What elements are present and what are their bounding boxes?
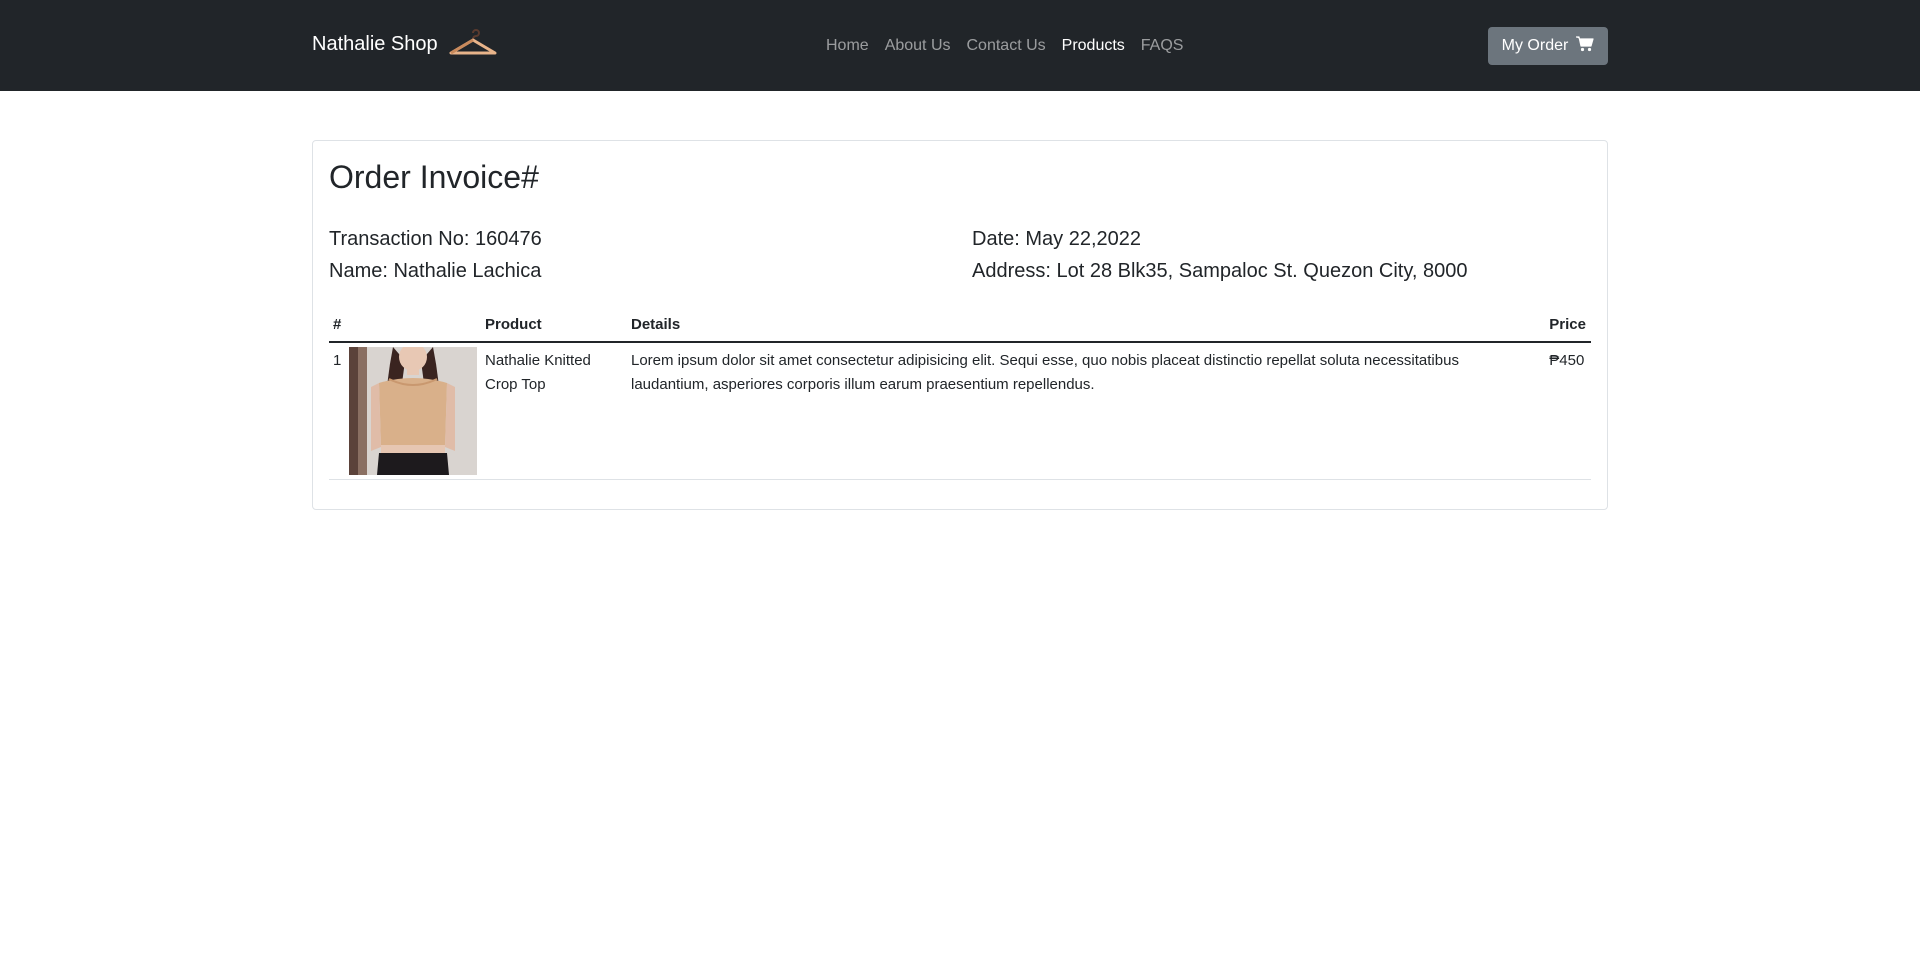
hanger-icon	[448, 29, 498, 59]
order-date: Date: May 22,2022	[972, 228, 1141, 250]
brand-link[interactable]: Nathalie Shop	[312, 29, 498, 59]
my-order-label: My Order	[1501, 37, 1569, 54]
nav-about-us[interactable]: About Us	[885, 34, 951, 58]
customer-address: Address: Lot 28 Blk35, Sampaloc St. Quez…	[972, 260, 1468, 282]
header-num: #	[329, 309, 349, 343]
nav-products[interactable]: Products	[1062, 34, 1125, 58]
header-price: Price	[1545, 309, 1591, 343]
transaction-number: Transaction No: 160476	[329, 228, 542, 250]
my-order-button[interactable]: My Order	[1488, 27, 1608, 65]
invoice-title: Order Invoice#	[329, 159, 539, 195]
row-image-cell	[349, 342, 481, 480]
top-navbar: Nathalie Shop Home About Us Contact Us P…	[0, 0, 1920, 91]
header-details: Details	[627, 309, 1546, 343]
row-price: ₱450	[1545, 342, 1591, 480]
nav-home[interactable]: Home	[826, 34, 869, 58]
row-num: 1	[329, 342, 349, 480]
cart-icon	[1576, 35, 1594, 57]
nav-faqs[interactable]: FAQS	[1141, 34, 1184, 58]
order-items-table: # Product Details Price 1 Nathalie Knitt…	[329, 309, 1591, 480]
nav-contact-us[interactable]: Contact Us	[967, 34, 1046, 58]
row-product: Nathalie Knitted Crop Top	[481, 342, 627, 480]
product-image	[349, 347, 477, 475]
table-row: 1 Nathalie Knitted Crop Top Lorem ipsum …	[329, 342, 1591, 480]
table-header-row: # Product Details Price	[329, 309, 1591, 343]
row-details: Lorem ipsum dolor sit amet consectetur a…	[627, 342, 1546, 480]
brand-name: Nathalie Shop	[312, 32, 438, 55]
customer-name: Name: Nathalie Lachica	[329, 260, 542, 282]
main-nav: Home About Us Contact Us Products FAQS	[826, 34, 1183, 58]
header-image	[349, 309, 481, 343]
header-product: Product	[481, 309, 627, 343]
invoice-card: Order Invoice# Transaction No: 160476 Na…	[312, 140, 1608, 510]
